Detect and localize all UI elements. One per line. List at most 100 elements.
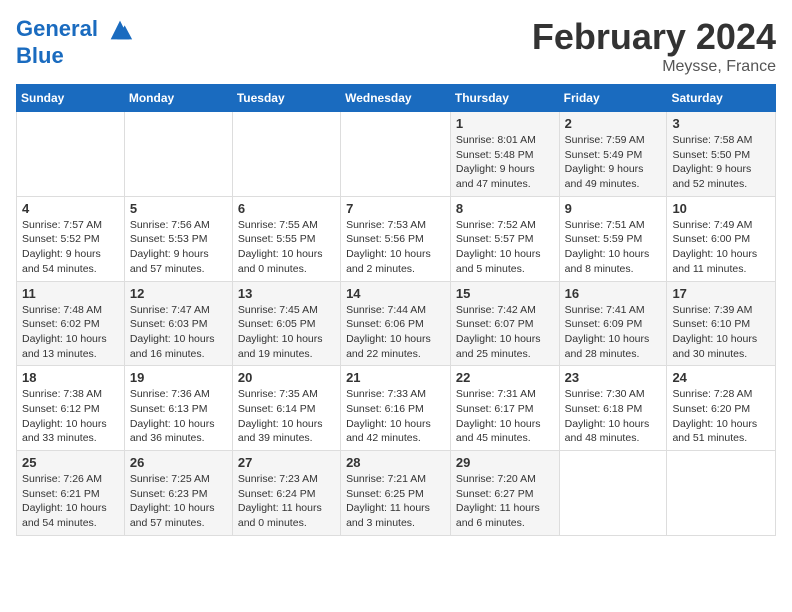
day-info: Sunrise: 7:39 AMSunset: 6:10 PMDaylight:…	[672, 303, 770, 362]
day-number: 16	[565, 286, 662, 301]
header-row: SundayMondayTuesdayWednesdayThursdayFrid…	[17, 85, 776, 112]
calendar-cell: 8 Sunrise: 7:52 AMSunset: 5:57 PMDaylight…	[450, 196, 559, 281]
calendar-cell: 24 Sunrise: 7:28 AMSunset: 6:20 PMDayligh…	[667, 366, 776, 451]
day-number: 2	[565, 116, 662, 131]
day-number: 7	[346, 201, 445, 216]
day-number: 15	[456, 286, 554, 301]
week-row-1: 1Sunrise: 8:01 AMSunset: 5:48 PMDaylight…	[17, 112, 776, 197]
calendar-cell: 19 Sunrise: 7:36 AMSunset: 6:13 PMDayligh…	[124, 366, 232, 451]
calendar-cell: 5 Sunrise: 7:56 AMSunset: 5:53 PMDaylight…	[124, 196, 232, 281]
calendar-cell: 18 Sunrise: 7:38 AMSunset: 6:12 PMDayligh…	[17, 366, 125, 451]
page-header: General Blue February 2024 Meysse, Franc…	[16, 16, 776, 76]
day-info: Sunrise: 7:38 AMSunset: 6:12 PMDaylight:…	[22, 387, 119, 446]
day-info: Sunrise: 7:36 AMSunset: 6:13 PMDaylight:…	[130, 387, 227, 446]
calendar-cell: 16 Sunrise: 7:41 AMSunset: 6:09 PMDayligh…	[559, 281, 667, 366]
calendar-cell	[124, 112, 232, 197]
day-info: Sunrise: 7:51 AMSunset: 5:59 PMDaylight:…	[565, 218, 662, 277]
calendar-cell: 11Sunrise: 7:48 AMSunset: 6:02 PMDayligh…	[17, 281, 125, 366]
day-number: 4	[22, 201, 119, 216]
day-number: 24	[672, 370, 770, 385]
day-number: 6	[238, 201, 335, 216]
day-header-tuesday: Tuesday	[232, 85, 340, 112]
week-row-3: 11Sunrise: 7:48 AMSunset: 6:02 PMDayligh…	[17, 281, 776, 366]
calendar-cell: 26 Sunrise: 7:25 AMSunset: 6:23 PMDayligh…	[124, 451, 232, 536]
day-info: Sunrise: 7:53 AMSunset: 5:56 PMDaylight:…	[346, 218, 445, 277]
calendar-cell: 22 Sunrise: 7:31 AMSunset: 6:17 PMDayligh…	[450, 366, 559, 451]
month-title: February 2024	[532, 16, 776, 58]
logo-text: General	[16, 16, 134, 44]
calendar-cell: 29 Sunrise: 7:20 AMSunset: 6:27 PMDayligh…	[450, 451, 559, 536]
day-number: 9	[565, 201, 662, 216]
logo-line1: General	[16, 16, 98, 41]
calendar-cell: 17 Sunrise: 7:39 AMSunset: 6:10 PMDayligh…	[667, 281, 776, 366]
day-info: Sunrise: 7:45 AMSunset: 6:05 PMDaylight:…	[238, 303, 335, 362]
day-info: Sunrise: 7:47 AMSunset: 6:03 PMDaylight:…	[130, 303, 227, 362]
day-number: 22	[456, 370, 554, 385]
logo-line2: Blue	[16, 44, 134, 68]
calendar-cell: 4Sunrise: 7:57 AMSunset: 5:52 PMDaylight…	[17, 196, 125, 281]
day-header-thursday: Thursday	[450, 85, 559, 112]
day-info: Sunrise: 7:28 AMSunset: 6:20 PMDaylight:…	[672, 387, 770, 446]
calendar-cell	[559, 451, 667, 536]
day-number: 23	[565, 370, 662, 385]
calendar-cell	[232, 112, 340, 197]
day-number: 10	[672, 201, 770, 216]
day-info: Sunrise: 7:58 AMSunset: 5:50 PMDaylight:…	[672, 133, 770, 192]
day-info: Sunrise: 7:59 AMSunset: 5:49 PMDaylight:…	[565, 133, 662, 192]
day-info: Sunrise: 7:23 AMSunset: 6:24 PMDaylight:…	[238, 472, 335, 531]
week-row-2: 4Sunrise: 7:57 AMSunset: 5:52 PMDaylight…	[17, 196, 776, 281]
day-number: 14	[346, 286, 445, 301]
calendar-cell	[667, 451, 776, 536]
day-number: 19	[130, 370, 227, 385]
week-row-5: 25Sunrise: 7:26 AMSunset: 6:21 PMDayligh…	[17, 451, 776, 536]
day-info: Sunrise: 7:26 AMSunset: 6:21 PMDaylight:…	[22, 472, 119, 531]
day-header-friday: Friday	[559, 85, 667, 112]
day-info: Sunrise: 7:52 AMSunset: 5:57 PMDaylight:…	[456, 218, 554, 277]
day-info: Sunrise: 7:41 AMSunset: 6:09 PMDaylight:…	[565, 303, 662, 362]
calendar-cell	[17, 112, 125, 197]
calendar-cell: 23Sunrise: 7:30 AMSunset: 6:18 PMDayligh…	[559, 366, 667, 451]
day-info: Sunrise: 7:44 AMSunset: 6:06 PMDaylight:…	[346, 303, 445, 362]
logo: General Blue	[16, 16, 134, 68]
day-number: 17	[672, 286, 770, 301]
day-info: Sunrise: 7:55 AMSunset: 5:55 PMDaylight:…	[238, 218, 335, 277]
day-info: Sunrise: 7:20 AMSunset: 6:27 PMDaylight:…	[456, 472, 554, 531]
calendar-cell: 25Sunrise: 7:26 AMSunset: 6:21 PMDayligh…	[17, 451, 125, 536]
day-number: 8	[456, 201, 554, 216]
day-info: Sunrise: 7:56 AMSunset: 5:53 PMDaylight:…	[130, 218, 227, 277]
day-number: 5	[130, 201, 227, 216]
calendar-cell: 3 Sunrise: 7:58 AMSunset: 5:50 PMDaylight…	[667, 112, 776, 197]
day-number: 21	[346, 370, 445, 385]
day-number: 27	[238, 455, 335, 470]
day-number: 11	[22, 286, 119, 301]
day-number: 20	[238, 370, 335, 385]
day-number: 29	[456, 455, 554, 470]
day-info: Sunrise: 7:33 AMSunset: 6:16 PMDaylight:…	[346, 387, 445, 446]
calendar-cell: 13 Sunrise: 7:45 AMSunset: 6:05 PMDayligh…	[232, 281, 340, 366]
day-header-wednesday: Wednesday	[341, 85, 451, 112]
calendar-cell: 28 Sunrise: 7:21 AMSunset: 6:25 PMDayligh…	[341, 451, 451, 536]
day-info: Sunrise: 7:25 AMSunset: 6:23 PMDaylight:…	[130, 472, 227, 531]
day-number: 28	[346, 455, 445, 470]
calendar-cell	[341, 112, 451, 197]
day-info: Sunrise: 7:42 AMSunset: 6:07 PMDaylight:…	[456, 303, 554, 362]
day-info: Sunrise: 7:31 AMSunset: 6:17 PMDaylight:…	[456, 387, 554, 446]
day-header-monday: Monday	[124, 85, 232, 112]
day-number: 12	[130, 286, 227, 301]
day-number: 26	[130, 455, 227, 470]
calendar-cell: 7 Sunrise: 7:53 AMSunset: 5:56 PMDaylight…	[341, 196, 451, 281]
day-header-sunday: Sunday	[17, 85, 125, 112]
title-area: February 2024 Meysse, France	[532, 16, 776, 76]
week-row-4: 18 Sunrise: 7:38 AMSunset: 6:12 PMDayligh…	[17, 366, 776, 451]
day-number: 13	[238, 286, 335, 301]
day-number: 3	[672, 116, 770, 131]
calendar-cell: 1Sunrise: 8:01 AMSunset: 5:48 PMDaylight…	[450, 112, 559, 197]
calendar-cell: 9 Sunrise: 7:51 AMSunset: 5:59 PMDaylight…	[559, 196, 667, 281]
day-number: 18	[22, 370, 119, 385]
calendar-cell: 12 Sunrise: 7:47 AMSunset: 6:03 PMDayligh…	[124, 281, 232, 366]
calendar-table: SundayMondayTuesdayWednesdayThursdayFrid…	[16, 84, 776, 536]
calendar-cell: 6 Sunrise: 7:55 AMSunset: 5:55 PMDaylight…	[232, 196, 340, 281]
calendar-cell: 27 Sunrise: 7:23 AMSunset: 6:24 PMDayligh…	[232, 451, 340, 536]
day-info: Sunrise: 7:21 AMSunset: 6:25 PMDaylight:…	[346, 472, 445, 531]
calendar-cell: 2 Sunrise: 7:59 AMSunset: 5:49 PMDaylight…	[559, 112, 667, 197]
